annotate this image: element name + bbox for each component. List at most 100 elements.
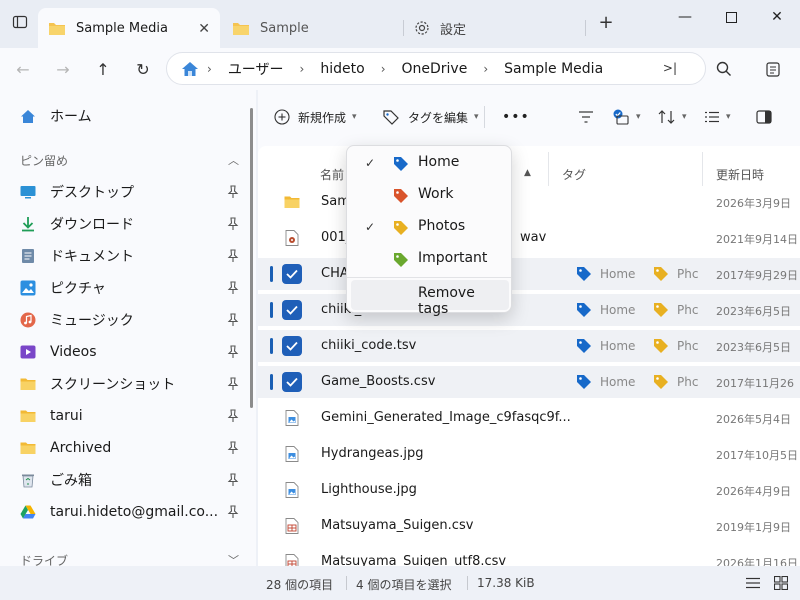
file-row[interactable]: Matsuyama_Suigen_utf8.csv 2026年1月16日 bbox=[258, 546, 800, 566]
tag-chip[interactable]: Phc bbox=[653, 374, 698, 390]
selection-view-button[interactable]: ▾ bbox=[612, 106, 641, 128]
sidebar-item[interactable]: デスクトップ bbox=[0, 176, 248, 208]
tab-settings[interactable]: 設定 bbox=[404, 8, 586, 48]
expand-path-icon[interactable]: >| bbox=[663, 61, 677, 75]
more-options-button[interactable]: ••• bbox=[502, 106, 530, 128]
pinned-section-header[interactable]: ピン留め ︿ bbox=[20, 152, 239, 169]
tag-chip[interactable]: Phc bbox=[653, 338, 698, 354]
sidebar-item[interactable]: tarui bbox=[0, 400, 248, 432]
tag-chip[interactable]: Phc bbox=[653, 302, 698, 318]
chevron-down-icon: ▾ bbox=[352, 112, 357, 122]
search-button[interactable] bbox=[710, 56, 738, 82]
refresh-button[interactable]: ↻ bbox=[130, 56, 156, 82]
file-row[interactable]: chiiki_code.csvHomePhc2023年6月5日 bbox=[258, 294, 800, 326]
up-button[interactable]: ↑ bbox=[90, 56, 116, 82]
file-name: Gemini_Generated_Image_c9fasqc9f... bbox=[321, 410, 571, 425]
chevron-down-icon[interactable]: ﹀ bbox=[228, 552, 239, 566]
plus-circle-icon bbox=[274, 109, 290, 125]
sidebar-item[interactable]: ドキュメント bbox=[0, 240, 248, 272]
row-checkbox[interactable] bbox=[282, 264, 302, 284]
pin-icon[interactable] bbox=[226, 249, 240, 263]
pin-icon[interactable] bbox=[226, 217, 240, 231]
breadcrumb-item[interactable]: hideto bbox=[320, 61, 364, 77]
sidebar-item[interactable]: Archived bbox=[0, 432, 248, 464]
view-button[interactable]: ▾ bbox=[704, 106, 731, 128]
maximize-button[interactable] bbox=[708, 2, 754, 32]
close-tab-icon[interactable]: ✕ bbox=[198, 21, 210, 37]
column-header-modified[interactable]: 更新日時 bbox=[716, 166, 764, 183]
tag-chip[interactable]: Home bbox=[576, 266, 635, 282]
breadcrumb-item[interactable]: OneDrive bbox=[402, 61, 468, 77]
file-row[interactable]: Game_Boosts.csv Home Phc 2017年11月26 bbox=[258, 366, 800, 398]
tag-chip[interactable]: Home bbox=[576, 338, 635, 354]
file-row[interactable]: Lighthouse.jpg 2026年4月9日 bbox=[258, 474, 800, 506]
sidebar-item[interactable]: ダウンロード bbox=[0, 208, 248, 240]
column-divider[interactable] bbox=[548, 152, 549, 186]
close-window-button[interactable]: ✕ bbox=[754, 2, 800, 32]
pin-icon[interactable] bbox=[226, 473, 240, 487]
window-menu-icon[interactable] bbox=[8, 10, 32, 34]
tag-chip[interactable]: Home bbox=[576, 374, 635, 390]
pin-icon[interactable] bbox=[226, 345, 240, 359]
details-view-toggle[interactable] bbox=[744, 574, 762, 592]
forward-button[interactable]: → bbox=[50, 56, 76, 82]
tag-menu-item[interactable]: Work bbox=[351, 181, 509, 211]
sidebar-item-home[interactable]: ホーム bbox=[0, 100, 248, 132]
sidebar-item[interactable]: スクリーンショット bbox=[0, 368, 248, 400]
preview-pane-button[interactable] bbox=[756, 106, 772, 128]
file-row[interactable]: Sample2026年3月9日 bbox=[258, 186, 800, 218]
minimize-button[interactable]: — bbox=[662, 2, 708, 32]
pin-icon[interactable] bbox=[226, 377, 240, 391]
row-checkbox[interactable] bbox=[282, 336, 302, 356]
tag-menu-item[interactable]: Important bbox=[351, 245, 509, 275]
file-row[interactable]: chiiki_code.tsv Home Phc 2023年6月5日 bbox=[258, 330, 800, 362]
tab-sample-media[interactable]: Sample Media ✕ bbox=[38, 8, 220, 48]
file-modified-date: 2026年3月9日 bbox=[716, 197, 791, 210]
new-button[interactable]: 新規作成 ▾ bbox=[274, 106, 357, 128]
row-checkbox[interactable] bbox=[282, 372, 302, 392]
sidebar-item[interactable]: ピクチャ bbox=[0, 272, 248, 304]
tag-chip[interactable]: Phc bbox=[653, 266, 698, 282]
breadcrumb-item[interactable]: Sample Media bbox=[504, 61, 603, 77]
tag-menu-item[interactable]: ✓ Home bbox=[351, 149, 509, 179]
file-row[interactable]: CHA Home Phc 2017年9月29日 bbox=[258, 258, 800, 290]
sidebar-item[interactable]: tarui.hideto@gmail.co... bbox=[0, 496, 248, 528]
row-checkbox[interactable] bbox=[282, 300, 302, 320]
file-row[interactable]: Hydrangeas.jpg 2017年10月5日 bbox=[258, 438, 800, 470]
pin-icon[interactable] bbox=[226, 313, 240, 327]
file-row[interactable]: Gemini_Generated_Image_c9fasqc9f... 2026年… bbox=[258, 402, 800, 434]
tab-sample[interactable]: Sample bbox=[222, 8, 404, 48]
pin-icon[interactable] bbox=[226, 281, 240, 295]
sidebar-item[interactable]: Videos bbox=[0, 336, 248, 368]
toolbar-separator bbox=[484, 106, 485, 128]
tag-chip[interactable]: Home bbox=[576, 302, 635, 318]
file-row[interactable]: Matsuyama_Suigen.csv 2019年1月9日 bbox=[258, 510, 800, 542]
pin-icon[interactable] bbox=[226, 409, 240, 423]
pin-icon[interactable] bbox=[226, 505, 240, 519]
tag-menu-item[interactable]: ✓ Photos bbox=[351, 213, 509, 243]
sidebar-scrollbar[interactable] bbox=[250, 108, 253, 408]
check-image-icon bbox=[613, 109, 629, 125]
image-file-icon bbox=[285, 410, 299, 426]
file-name: Game_Boosts.csv bbox=[321, 374, 436, 389]
address-bar[interactable]: › ユーザー › hideto › OneDrive › Sample Medi… bbox=[166, 52, 706, 85]
new-tab-button[interactable]: + bbox=[594, 10, 618, 34]
back-button[interactable]: ← bbox=[10, 56, 36, 82]
details-pane-button[interactable] bbox=[760, 56, 786, 82]
pin-icon[interactable] bbox=[226, 441, 240, 455]
column-header-name[interactable]: 名前 bbox=[320, 166, 344, 183]
sort-button[interactable]: ▾ bbox=[658, 106, 687, 128]
edit-tags-button[interactable]: タグを編集 ▾ bbox=[382, 106, 479, 128]
pin-icon[interactable] bbox=[226, 185, 240, 199]
chevron-up-icon[interactable]: ︿ bbox=[228, 152, 239, 168]
tiles-view-toggle[interactable] bbox=[772, 574, 790, 592]
sidebar-item[interactable]: ごみ箱 bbox=[0, 464, 248, 496]
drives-section-header[interactable]: ドライブ ﹀ bbox=[20, 552, 239, 566]
filter-button[interactable] bbox=[578, 106, 594, 128]
column-header-tags[interactable]: タグ bbox=[562, 166, 586, 183]
file-row[interactable]: 001_ wav 2021年9月14日 bbox=[258, 222, 800, 254]
breadcrumb-item[interactable]: ユーザー bbox=[228, 59, 284, 79]
sidebar-item[interactable]: ミュージック bbox=[0, 304, 248, 336]
remove-tags-menu-item[interactable]: Remove tags bbox=[351, 280, 509, 317]
column-divider[interactable] bbox=[702, 152, 703, 186]
